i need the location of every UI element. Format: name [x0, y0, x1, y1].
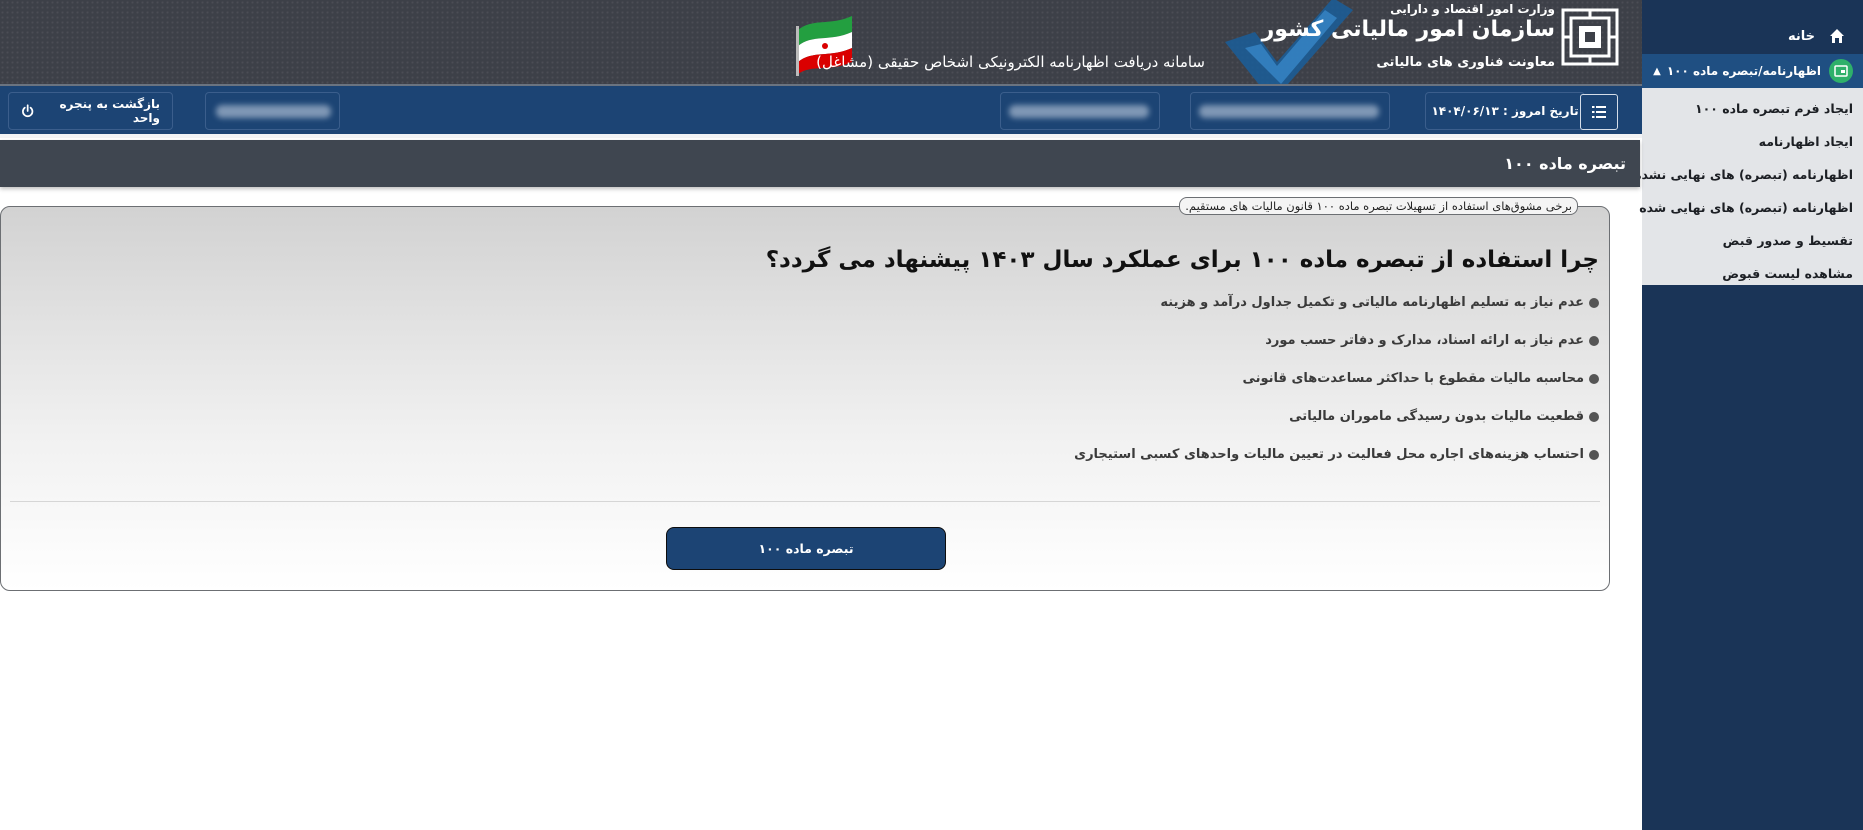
- bullet-icon: [1589, 336, 1599, 346]
- benefit-text: محاسبه مالیات مقطوع با حداکثر مساعدت‌های…: [1242, 371, 1584, 386]
- list-item: عدم نیاز به تسلیم اظهارنامه مالیاتی و تک…: [1074, 295, 1599, 333]
- sidebar-item-receipts-list[interactable]: مشاهده لیست قبوض: [1642, 257, 1863, 290]
- blurred-national-id: [1199, 105, 1379, 118]
- card-icon: [1829, 59, 1853, 83]
- sidebar-item-create-form[interactable]: ایجاد فرم تبصره ماده ۱۰۰: [1642, 92, 1863, 125]
- page-title: تبصره ماده ۱۰۰: [1504, 154, 1626, 173]
- tax-organization-emblem-icon: [1561, 8, 1619, 66]
- bullet-icon: [1589, 450, 1599, 460]
- benefit-text: قطعیت مالیات بدون رسیدگی ماموران مالیاتی: [1289, 409, 1584, 424]
- sidebar-item-home-label: خانه: [1787, 28, 1815, 44]
- sidebar-item-unfinalized[interactable]: اظهارنامه (تبصره) های نهایی نشده: [1634, 158, 1863, 191]
- menu-toggle-button[interactable]: [1580, 94, 1618, 130]
- benefits-list: عدم نیاز به تسلیم اظهارنامه مالیاتی و تک…: [1074, 295, 1599, 485]
- today-date: تاریخ امروز : ۱۴۰۴/۰۶/۱۳: [1425, 92, 1585, 130]
- sidebar-group-header[interactable]: اظهارنامه/تبصره ماده ۱۰۰ ▲: [1642, 54, 1863, 88]
- sidebar-item-create-declaration[interactable]: ایجاد اظهارنامه: [1642, 125, 1863, 158]
- card-legend: برخی مشوق‌های استفاده از تسهیلات تبصره م…: [1179, 197, 1578, 215]
- sidebar-item-finalized[interactable]: اظهارنامه (تبصره) های نهایی شده: [1639, 191, 1863, 224]
- sidebar-group-declaration: اظهارنامه/تبصره ماده ۱۰۰ ▲ ایجاد فرم تبص…: [1634, 54, 1863, 285]
- national-id-field: [1190, 92, 1390, 130]
- benefit-text: احتساب هزینه‌های اجاره محل فعالیت در تعی…: [1074, 447, 1584, 462]
- list-item: عدم نیاز به ارائه اسناد، مدارک و دفاتر ح…: [1074, 333, 1599, 371]
- blurred-user-info: [216, 105, 331, 118]
- toolbar-divider: [0, 134, 1642, 138]
- taxpayer-info-field: [1000, 92, 1160, 130]
- bullet-icon: [1589, 412, 1599, 422]
- list-item: قطعیت مالیات بدون رسیدگی ماموران مالیاتی: [1074, 409, 1599, 447]
- list-item: احتساب هزینه‌های اجاره محل فعالیت در تعی…: [1074, 447, 1599, 485]
- back-button-label: بازگشت به پنجره واحد: [59, 97, 160, 125]
- list-item: محاسبه مالیات مقطوع با حداکثر مساعدت‌های…: [1074, 371, 1599, 409]
- list-menu-icon: [1592, 106, 1606, 118]
- header-banner: وزارت امور اقتصاد و دارایی سازمان امور م…: [0, 0, 1642, 86]
- sidebar-group-label: اظهارنامه/تبصره ماده ۱۰۰: [1666, 64, 1821, 78]
- top-toolbar: بازگشت به پنجره واحد تاریخ امروز : ۱۴۰۴/…: [0, 86, 1642, 138]
- sidebar-item-installments[interactable]: تقسیط و صدور قبض: [1642, 224, 1863, 257]
- today-date-label: تاریخ امروز : ۱۴۰۴/۰۶/۱۳: [1431, 104, 1579, 118]
- power-icon: [22, 104, 34, 118]
- back-to-single-window-button[interactable]: بازگشت به پنجره واحد: [8, 92, 173, 130]
- ministry-name: وزارت امور اقتصاد و دارایی: [1390, 2, 1555, 16]
- sidebar-item-home[interactable]: خانه: [1642, 20, 1863, 52]
- card-question-heading: چرا استفاده از تبصره ماده ۱۰۰ برای عملکر…: [765, 247, 1599, 273]
- home-icon: [1830, 29, 1844, 43]
- card-divider: [10, 501, 1600, 502]
- sidebar-submenu: ایجاد فرم تبصره ماده ۱۰۰ ایجاد اظهارنامه…: [1634, 92, 1863, 290]
- page-title-bar: تبصره ماده ۱۰۰: [0, 140, 1640, 187]
- bullet-icon: [1589, 374, 1599, 384]
- chevron-up-icon: ▲: [1653, 65, 1661, 77]
- incentives-card: برخی مشوق‌های استفاده از تسهیلات تبصره م…: [0, 197, 1610, 591]
- checkmark-logo: [1225, 0, 1353, 86]
- blurred-taxpayer-info: [1009, 105, 1149, 118]
- benefit-text: عدم نیاز به تسلیم اظهارنامه مالیاتی و تک…: [1160, 295, 1584, 310]
- organization-logo-text: وزارت امور اقتصاد و دارایی سازمان امور م…: [1262, 0, 1555, 86]
- deputy-name: معاونت فناوری های مالیاتی: [1376, 55, 1555, 70]
- user-info-field: [205, 92, 340, 130]
- system-title: سامانه دریافت اظهارنامه الکترونیکی اشخاص…: [816, 53, 1205, 71]
- organization-name: سازمان امور مالیاتی کشور: [1261, 17, 1555, 42]
- benefit-text: عدم نیاز به ارائه اسناد، مدارک و دفاتر ح…: [1265, 333, 1584, 348]
- article-100-button[interactable]: تبصره ماده ۱۰۰: [666, 527, 946, 570]
- sidebar: خانه اظهارنامه/تبصره ماده ۱۰۰ ▲ ایجاد فر…: [1634, 0, 1863, 830]
- bullet-icon: [1589, 298, 1599, 308]
